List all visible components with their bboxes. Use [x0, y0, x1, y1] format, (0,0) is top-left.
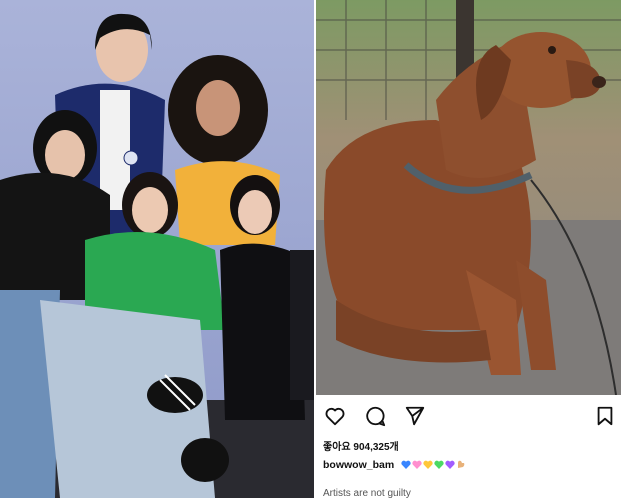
heart-outline-icon[interactable] — [324, 405, 346, 427]
action-bar — [316, 395, 621, 435]
dog-photo — [316, 0, 621, 395]
caption: bowwow_bam — [323, 459, 466, 471]
heart-emoji-icon — [401, 460, 411, 469]
bookmark-icon[interactable] — [594, 405, 616, 427]
instagram-post: 좋아요 904,325개 bowwow_bam Artists are not … — [316, 0, 621, 499]
heart-emoji-icon — [423, 460, 433, 469]
group-photo — [0, 0, 314, 498]
flexed-biceps-icon — [456, 459, 466, 469]
heart-emoji-icon — [412, 460, 422, 469]
heart-emoji-icon — [434, 460, 444, 469]
paper-plane-icon[interactable] — [404, 405, 426, 427]
comment-bubble-icon[interactable] — [364, 405, 386, 427]
caption-truncated-line: Artists are not guilty — [323, 488, 411, 499]
likes-count[interactable]: 좋아요 904,325개 — [323, 438, 399, 453]
heart-emoji-icon — [445, 460, 455, 469]
emoji-hearts — [401, 459, 456, 471]
username[interactable]: bowwow_bam — [323, 459, 394, 471]
